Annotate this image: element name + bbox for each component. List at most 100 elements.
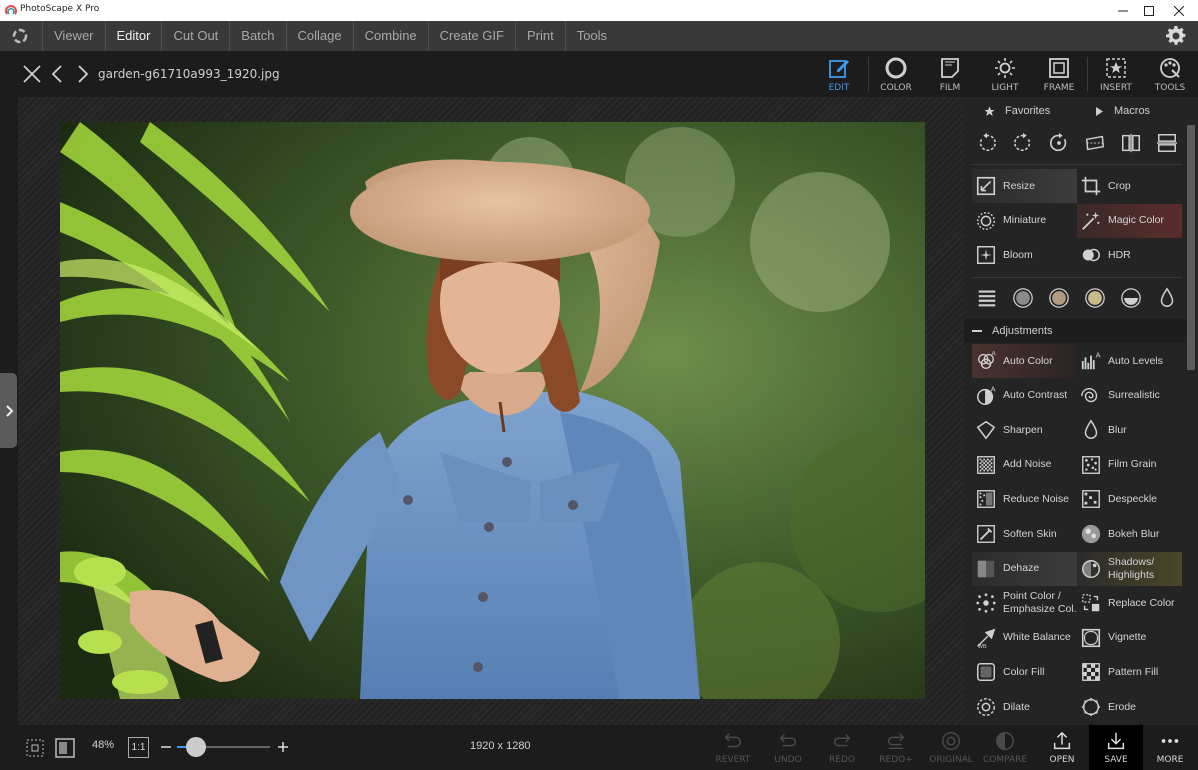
save-button[interactable]: SAVE [1089, 725, 1143, 770]
flip-horizontal-button[interactable] [1116, 128, 1146, 158]
panel-item-film-grain[interactable]: Film Grain [1077, 448, 1182, 482]
tool-tab-label: INSERT [1100, 83, 1132, 93]
menu-tab-editor[interactable]: Editor [104, 21, 162, 51]
panel-item-surrealistic[interactable]: Surrealistic [1077, 379, 1182, 413]
tool-tab-label: FRAME [1043, 83, 1075, 93]
revert-button[interactable]: REVERT [706, 725, 760, 770]
tone-menu-button[interactable] [972, 283, 1002, 313]
photo-preview[interactable] [60, 122, 925, 699]
rotate-free-button[interactable] [1044, 128, 1074, 158]
rotate-left-button[interactable] [972, 128, 1002, 158]
panel-item-auto-contrast[interactable]: A Auto Contrast [972, 379, 1077, 413]
tool-tab-label: LIGHT [991, 83, 1019, 93]
panel-item-label: Magic Color [1108, 214, 1165, 227]
panel-item-bloom[interactable]: Bloom [972, 238, 1077, 272]
adjustments-header[interactable]: Adjustments [964, 319, 1186, 343]
open-button[interactable]: OPEN [1035, 725, 1089, 770]
tone-yellow-button[interactable] [1080, 283, 1110, 313]
tool-tab-light[interactable]: LIGHT [978, 51, 1032, 97]
panel-item-auto-levels[interactable]: A Auto Levels [1077, 344, 1182, 378]
app-home-icon[interactable] [10, 27, 30, 45]
fit-screen-icon[interactable] [54, 737, 76, 759]
panel-item-color-fill[interactable]: Color Fill [972, 655, 1077, 689]
panel-item-replace-color[interactable]: Replace Color [1077, 586, 1182, 620]
panel-item-despeckle[interactable]: Despeckle [1077, 482, 1182, 516]
zoom-out-icon[interactable] [160, 741, 172, 753]
panel-item-hdr[interactable]: HDR [1077, 238, 1182, 272]
panel-item-resize[interactable]: Resize [972, 169, 1077, 203]
previous-image-icon[interactable] [48, 64, 68, 84]
next-image-icon[interactable] [72, 64, 92, 84]
star-icon [984, 106, 995, 116]
tab-favorites[interactable]: Favorites [964, 97, 1075, 125]
panel-item-pattern-fill[interactable]: Pattern Fill [1077, 655, 1182, 689]
original-button[interactable]: ORIGINAL [924, 725, 978, 770]
pattern-fill-icon [1082, 663, 1100, 682]
flip-vertical-button[interactable] [1152, 128, 1182, 158]
menu-tab-cut-out[interactable]: Cut Out [161, 21, 229, 51]
panel-item-white-balance[interactable]: WB White Balance [972, 621, 1077, 655]
svg-text:A: A [992, 351, 997, 358]
redo-plus-button[interactable]: REDO+ [869, 725, 923, 770]
tab-macros[interactable]: Macros [1075, 97, 1186, 125]
tool-tab-edit[interactable]: EDIT [812, 51, 866, 97]
menu-tab-print[interactable]: Print [514, 21, 565, 51]
close-image-icon[interactable] [22, 64, 42, 84]
panel-item-miniature[interactable]: Miniature [972, 204, 1077, 238]
tool-tab-frame[interactable]: FRAME [1032, 51, 1086, 97]
tone-half-button[interactable] [1116, 283, 1146, 313]
expand-sidebar-button[interactable] [0, 373, 17, 448]
select-region-icon[interactable] [24, 737, 46, 759]
rotate-flip-row [972, 128, 1182, 158]
tone-drop-button[interactable] [1152, 283, 1182, 313]
undo-button[interactable]: UNDO [761, 725, 815, 770]
maximize-button[interactable] [1134, 0, 1164, 21]
rotate-right-button[interactable] [1008, 128, 1038, 158]
more-button[interactable]: MORE [1143, 725, 1197, 770]
tool-tab-insert[interactable]: INSERT [1089, 51, 1143, 97]
tool-tab-tools[interactable]: TOOLS [1143, 51, 1197, 97]
panel-item-bokeh-blur[interactable]: Bokeh Blur [1077, 517, 1182, 551]
shadows-highlights-icon [1082, 559, 1100, 578]
panel-item-soften-skin[interactable]: Soften Skin [972, 517, 1077, 551]
panel-item-shadows-highlights[interactable]: Shadows/ Highlights [1077, 551, 1182, 586]
close-window-button[interactable] [1164, 0, 1194, 21]
panel-scrollbar[interactable] [1187, 125, 1195, 370]
actual-size-button[interactable]: 1:1 [128, 737, 149, 758]
tone-sepia-button[interactable] [1044, 283, 1074, 313]
panel-item-point-color-emphasize-col[interactable]: Point Color / Emphasize Col. [972, 586, 1077, 620]
panel-item-auto-color[interactable]: A Auto Color [972, 344, 1077, 378]
undo-icon [779, 734, 797, 747]
menu-tab-create-gif[interactable]: Create GIF [427, 21, 515, 51]
compare-button[interactable]: COMPARE [978, 725, 1032, 770]
tone-gray-button[interactable] [1008, 283, 1038, 313]
panel-item-dehaze[interactable]: Dehaze [972, 551, 1077, 586]
panel-item-vignette[interactable]: Vignette [1077, 621, 1182, 655]
bloom-icon [977, 246, 995, 265]
insert-icon [1106, 58, 1126, 78]
menu-tab-collage[interactable]: Collage [285, 21, 353, 51]
settings-gear-icon[interactable] [1166, 26, 1186, 46]
panel-item-label: Color Fill [1003, 665, 1045, 678]
panel-item-magic-color[interactable]: Magic Color [1077, 203, 1182, 238]
panel-item-label: Erode [1108, 700, 1137, 713]
menu-tab-tools[interactable]: Tools [564, 21, 618, 51]
zoom-slider-handle[interactable] [185, 737, 206, 757]
panel-item-reduce-noise[interactable]: Reduce Noise [972, 482, 1077, 516]
redo-button[interactable]: REDO [815, 725, 869, 770]
menu-tab-batch[interactable]: Batch [229, 21, 285, 51]
tool-tab-film[interactable]: FILM [923, 51, 977, 97]
panel-item-add-noise[interactable]: Add Noise [972, 448, 1077, 482]
menu-tab-combine[interactable]: Combine [352, 21, 428, 51]
tool-tab-color[interactable]: COLOR [869, 51, 923, 97]
menu-tab-viewer[interactable]: Viewer [42, 21, 105, 51]
panel-item-sharpen[interactable]: Sharpen [972, 413, 1077, 447]
flip-horizontal-icon [1122, 133, 1140, 153]
straighten-button[interactable] [1080, 128, 1110, 158]
panel-item-dilate[interactable]: Dilate [972, 690, 1077, 724]
zoom-in-icon[interactable] [277, 741, 289, 753]
panel-item-label: Miniature [1003, 214, 1047, 227]
panel-item-erode[interactable]: Erode [1077, 690, 1182, 724]
panel-item-blur[interactable]: Blur [1077, 413, 1182, 447]
panel-item-crop[interactable]: Crop [1077, 169, 1182, 203]
